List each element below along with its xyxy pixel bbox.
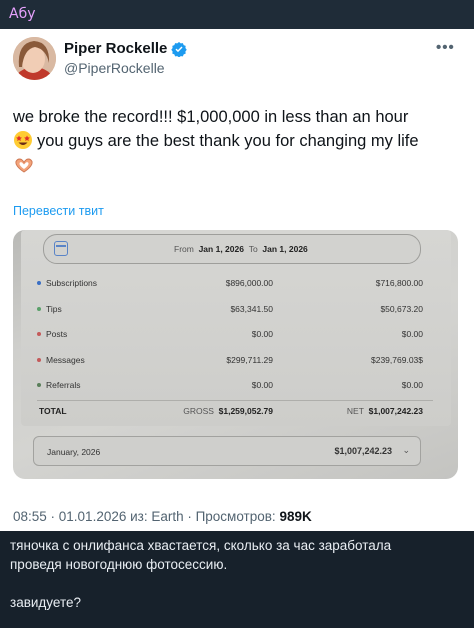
- earnings-total-row: TOTAL GROSS $1,259,052.79 NET $1,007,242…: [21, 399, 451, 426]
- category-dot-icon: [37, 383, 41, 387]
- chevron-down-icon: ⌄: [402, 445, 410, 455]
- month-summary: January, 2026 $1,007,242.23 ⌄: [33, 436, 421, 466]
- tweet-meta: 08:55 · 01.01.2026 из: Earth · Просмотро…: [13, 509, 312, 524]
- tweet-text: we broke the record!!! $1,000,000 in les…: [13, 105, 458, 173]
- tweet-meta-text: 08:55 · 01.01.2026 из: Earth · Просмотро…: [13, 509, 280, 524]
- month-total: $1,007,242.23: [334, 446, 392, 456]
- date-range-text: From Jan 1, 2026 To Jan 1, 2026: [174, 244, 308, 254]
- caption-line3: завидуете?: [10, 595, 81, 610]
- avatar[interactable]: [13, 37, 56, 80]
- calendar-icon: [54, 241, 68, 256]
- earnings-rows: Subscriptions $896,000.00 $716,800.00 Ti…: [21, 272, 451, 425]
- earnings-statement-card: From Jan 1, 2026 To Jan 1, 2026 Subscrip…: [21, 230, 451, 426]
- message-caption: тяночка с онлифанса хвастается, сколько …: [10, 536, 465, 612]
- date-range-picker: From Jan 1, 2026 To Jan 1, 2026: [43, 234, 421, 264]
- earnings-row-referrals: Referrals $0.00 $0.00: [21, 374, 451, 400]
- verified-badge-icon: [171, 41, 188, 57]
- earnings-row-tips: Tips $63,341.50 $50,673.20: [21, 298, 451, 324]
- category-dot-icon: [37, 281, 41, 285]
- tweet-text-line1: we broke the record!!! $1,000,000 in les…: [13, 108, 409, 126]
- author-name[interactable]: Piper Rockelle: [64, 40, 167, 57]
- earnings-row-messages: Messages $299,711.29 $239,769.03$: [21, 349, 451, 375]
- translate-tweet-link[interactable]: Перевести твит: [13, 204, 104, 218]
- sender-name[interactable]: Абу: [9, 6, 36, 22]
- caption-line1: тяночка с онлифанса хвастается, сколько …: [10, 538, 392, 553]
- divider: [37, 399, 433, 401]
- earnings-row-posts: Posts $0.00 $0.00: [21, 323, 451, 349]
- tweet-photo[interactable]: From Jan 1, 2026 To Jan 1, 2026 Subscrip…: [13, 230, 458, 479]
- author-handle[interactable]: @PiperRockelle: [64, 60, 165, 76]
- category-dot-icon: [37, 306, 41, 311]
- tweet-text-line2: you guys are the best thank you for chan…: [37, 132, 419, 150]
- caption-line2: проведя новогоднюю фотосессию.: [10, 557, 228, 572]
- star-struck-emoji-icon: [14, 131, 32, 149]
- earnings-row-subscriptions: Subscriptions $896,000.00 $716,800.00: [21, 272, 451, 298]
- month-label: January, 2026: [47, 447, 101, 457]
- heart-hands-emoji-icon: [15, 158, 33, 173]
- category-dot-icon: [37, 357, 41, 362]
- view-count: 989K: [279, 509, 312, 524]
- more-options-icon[interactable]: •••: [436, 39, 455, 56]
- channel-sender-header: Абу: [0, 0, 474, 29]
- tweet-embed[interactable]: Piper Rockelle @PiperRockelle ••• we bro…: [0, 29, 474, 531]
- author-name-row: Piper Rockelle: [64, 40, 188, 57]
- category-dot-icon: [37, 332, 41, 336]
